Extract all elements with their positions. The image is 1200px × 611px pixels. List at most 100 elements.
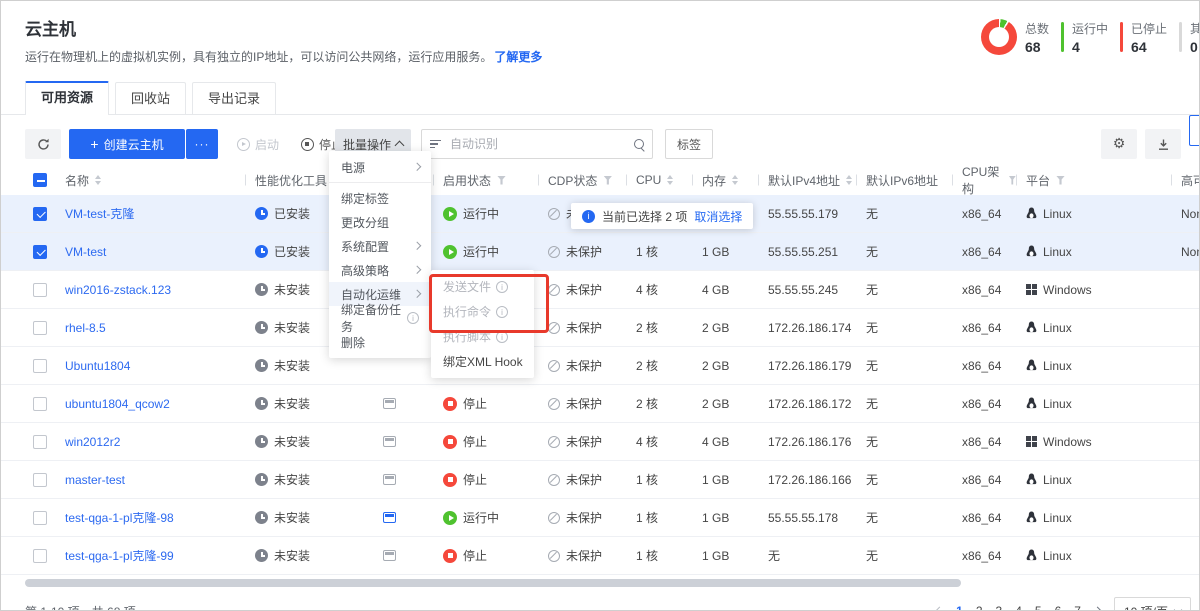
sort-icon[interactable]: [667, 175, 673, 185]
linux-icon: [1026, 473, 1037, 486]
console-icon[interactable]: [383, 550, 396, 561]
row-checkbox[interactable]: [33, 207, 47, 221]
page-number-5[interactable]: 5: [1035, 604, 1042, 611]
console-icon[interactable]: [383, 474, 396, 485]
page-number-7[interactable]: 7: [1074, 604, 1081, 611]
row-checkbox[interactable]: [33, 549, 47, 563]
automation-submenu: 发送文件i执行命令i执行脚本i绑定XML Hook: [431, 270, 534, 378]
cell-mem: 1 GB: [692, 473, 758, 487]
cell-status: 停止: [433, 471, 538, 488]
menu-item-系统配置[interactable]: 系统配置: [329, 234, 431, 258]
create-vm-button[interactable]: + 创建云主机: [69, 129, 185, 159]
row-checkbox[interactable]: [33, 283, 47, 297]
row-checkbox[interactable]: [33, 245, 47, 259]
menu-item-绑定标签[interactable]: 绑定标签: [329, 186, 431, 210]
console-icon[interactable]: [383, 436, 396, 447]
filter-icon[interactable]: [497, 176, 506, 185]
row-checkbox[interactable]: [33, 473, 47, 487]
cpu-value: 2 核: [636, 395, 658, 412]
table-row: win2016-zstack.123未安装运行中未保护4 核4 GB55.55.…: [1, 271, 1199, 309]
filter-icon[interactable]: [1009, 176, 1016, 185]
scrollbar-thumb[interactable]: [25, 579, 961, 587]
menu-item-高级策略[interactable]: 高级策略: [329, 258, 431, 282]
vm-name-link[interactable]: Ubuntu1804: [65, 359, 130, 373]
filter-icon[interactable]: [1056, 176, 1065, 185]
col-header-ipv4[interactable]: 默认IPv4地址: [758, 172, 856, 189]
vm-name-link[interactable]: rhel-8.5: [65, 321, 106, 335]
more-actions-button[interactable]: ···: [186, 129, 218, 159]
learn-more-link[interactable]: 了解更多: [494, 50, 542, 64]
refresh-button[interactable]: [25, 129, 61, 159]
settings-button[interactable]: ⚙: [1101, 129, 1137, 159]
cell-name: win2016-zstack.123: [55, 283, 245, 297]
cpu-value: 1 核: [636, 243, 658, 260]
page-size-select[interactable]: 10 项/页: [1114, 597, 1191, 611]
cell-arch: x86_64: [952, 473, 1016, 487]
col-header-mem[interactable]: 内存: [692, 172, 758, 189]
next-page-button[interactable]: [1094, 608, 1101, 611]
linux-icon: [1026, 549, 1037, 562]
search-icon[interactable]: [634, 139, 644, 149]
console-icon[interactable]: [383, 398, 396, 409]
vm-name-link[interactable]: master-test: [65, 473, 125, 487]
col-header-status[interactable]: 启用状态: [433, 172, 538, 189]
col-header-platform[interactable]: 平台: [1016, 172, 1171, 189]
select-all-checkbox[interactable]: [33, 173, 47, 187]
vm-name-link[interactable]: VM-test: [65, 245, 106, 259]
row-checkbox[interactable]: [33, 397, 47, 411]
page-number-2[interactable]: 2: [976, 604, 983, 611]
vm-stats-summary: 总数68运行中4已停止64其他0: [981, 19, 1200, 55]
filter-icon[interactable]: [603, 176, 612, 185]
tab-导出记录[interactable]: 导出记录: [192, 82, 276, 114]
vm-status-text: 运行中: [463, 243, 499, 260]
sort-icon[interactable]: [95, 175, 101, 185]
page-number-1[interactable]: 1: [956, 604, 963, 611]
running-status-icon: [443, 207, 457, 221]
col-header-cdp[interactable]: CDP状态: [538, 172, 626, 189]
page-number-4[interactable]: 4: [1015, 604, 1022, 611]
col-label-mem: 内存: [702, 172, 726, 189]
sort-icon[interactable]: [732, 175, 738, 185]
deselect-link[interactable]: 取消选择: [694, 208, 742, 225]
vm-name-link[interactable]: win2012r2: [65, 435, 120, 449]
tab-回收站[interactable]: 回收站: [115, 82, 186, 114]
tab-可用资源[interactable]: 可用资源: [25, 81, 109, 115]
menu-item-label: 电源: [341, 159, 365, 176]
tool-status-text: 已安装: [274, 205, 310, 222]
cell-check: [25, 321, 55, 335]
status-donut-chart: [981, 19, 1017, 55]
export-button[interactable]: [1145, 129, 1181, 159]
col-header-cpu[interactable]: CPU: [626, 173, 692, 187]
play-circle-icon: [237, 138, 250, 151]
submenu-item-绑定XML Hook[interactable]: 绑定XML Hook: [431, 349, 534, 374]
row-checkbox[interactable]: [33, 359, 47, 373]
sort-icon[interactable]: [846, 175, 852, 185]
stat-running: 运行中4: [1061, 20, 1108, 55]
vm-name-link[interactable]: win2016-zstack.123: [65, 283, 171, 297]
cdp-unprotected-icon: [548, 246, 560, 258]
cell-check: [25, 435, 55, 449]
menu-item-电源[interactable]: 电源: [329, 155, 431, 179]
console-icon[interactable]: [383, 512, 396, 523]
search-input[interactable]: [448, 136, 627, 152]
clipped-edge-button[interactable]: [1189, 115, 1200, 146]
row-checkbox[interactable]: [33, 321, 47, 335]
cell-cpu: 1 核: [626, 509, 692, 526]
windows-icon: [1026, 436, 1037, 447]
row-checkbox[interactable]: [33, 435, 47, 449]
col-header-arch[interactable]: CPU架构: [952, 163, 1016, 197]
vm-name-link[interactable]: test-qga-1-pl克隆-99: [65, 547, 174, 564]
stat-value: 0: [1190, 39, 1200, 55]
row-checkbox[interactable]: [33, 511, 47, 525]
vm-name-link[interactable]: ubuntu1804_qcow2: [65, 397, 170, 411]
cell-ipv4: 172.26.186.174: [758, 321, 856, 335]
menu-item-更改分组[interactable]: 更改分组: [329, 210, 431, 234]
col-header-name[interactable]: 名称: [55, 172, 245, 189]
menu-item-绑定备份任务[interactable]: 绑定备份任务i: [329, 306, 431, 330]
page-number-3[interactable]: 3: [996, 604, 1003, 611]
vm-name-link[interactable]: test-qga-1-pl克隆-98: [65, 509, 174, 526]
tag-button[interactable]: 标签: [665, 129, 713, 159]
page-number-6[interactable]: 6: [1055, 604, 1062, 611]
vm-name-link[interactable]: VM-test-克隆: [65, 205, 134, 222]
stat-total: 总数68: [981, 19, 1049, 55]
